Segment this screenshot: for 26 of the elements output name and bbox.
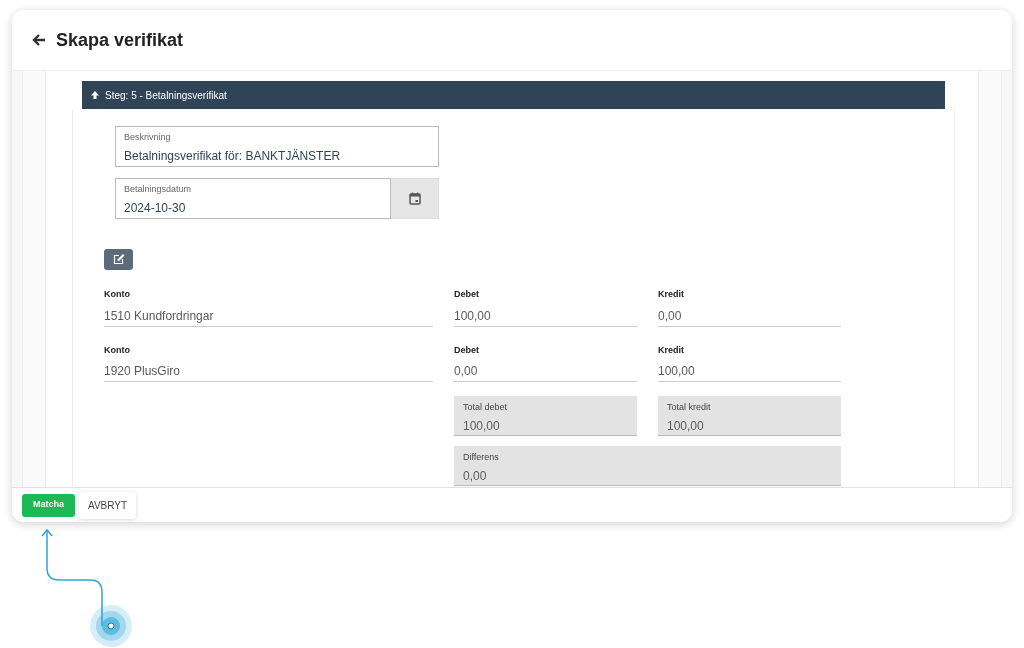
field-label: Debet <box>454 343 480 357</box>
edit-icon <box>112 254 125 265</box>
calendar-button[interactable] <box>391 178 439 219</box>
account-field[interactable]: 1920 PlusGiro <box>104 360 433 382</box>
back-arrow-icon[interactable] <box>32 33 46 47</box>
credit-field[interactable]: 100,00 <box>658 360 841 382</box>
field-label: Konto <box>104 288 131 301</box>
cancel-button[interactable]: AVBRYT <box>79 491 137 519</box>
total-field: Differens 0,00 <box>454 446 841 486</box>
field-label: Kredit <box>658 288 685 301</box>
total-field: Total kredit 100,00 <box>658 396 841 436</box>
field-label: Konto <box>104 343 131 357</box>
page-title: Skapa verifikat <box>56 28 184 52</box>
debit-field[interactable]: 100,00 <box>454 304 637 327</box>
field-label: Kredit <box>658 343 685 357</box>
date-field[interactable]: Betalningsdatum 2024-10-30 <box>115 178 391 219</box>
credit-field[interactable]: 0,00 <box>658 304 841 327</box>
total-field: Total debet 100,00 <box>454 396 637 436</box>
up-arrow-icon <box>90 90 100 100</box>
description-field[interactable]: Beskrivning Betalningsverifikat för: BANKTJÄNSTER <box>115 126 439 167</box>
step-header-bar[interactable]: Steg: 5 - Betalningsverifikat <box>82 81 945 109</box>
debit-field[interactable]: 0,00 <box>454 360 637 382</box>
account-field[interactable]: 1510 Kundfordringar <box>104 304 433 327</box>
edit-button[interactable] <box>104 249 133 270</box>
field-label: Debet <box>454 288 480 301</box>
calendar-icon <box>408 192 421 205</box>
